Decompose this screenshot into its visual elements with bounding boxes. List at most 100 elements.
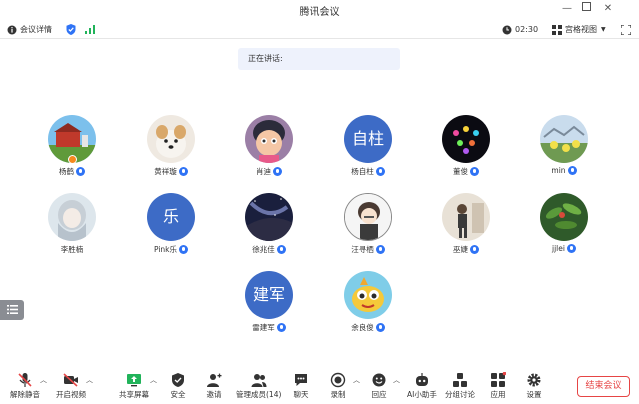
- share-screen-button[interactable]: 共享屏幕: [119, 372, 149, 402]
- grid-icon: [552, 24, 562, 35]
- participant-name: 李胜楠: [60, 245, 84, 254]
- mic-icon: [273, 167, 282, 176]
- settings-label: 设置: [526, 390, 542, 399]
- participant-tile[interactable]: 汪寻栖: [328, 193, 408, 261]
- avatar: [344, 271, 392, 319]
- avatar: [540, 193, 588, 241]
- mic-icon: [567, 166, 577, 175]
- view-mode-dropdown[interactable]: 宫格视图 ▼: [552, 22, 606, 37]
- participant-name-row: 肖迪: [229, 166, 309, 177]
- unmute-button[interactable]: 解除静音: [10, 372, 40, 402]
- member-list-toggle-button[interactable]: [0, 300, 24, 320]
- participant-name-row: 徐兆佳: [229, 244, 309, 255]
- share-screen-label: 共享屏幕: [119, 390, 149, 399]
- chat-icon: [295, 374, 307, 386]
- ai-assistant-button[interactable]: AI小助手: [407, 372, 437, 402]
- participant-tile[interactable]: 余良俊: [328, 271, 408, 339]
- gear-icon: [527, 373, 541, 387]
- participant-name-row: Pink乐: [131, 244, 211, 255]
- invite-button[interactable]: 邀请: [206, 372, 222, 402]
- chat-button[interactable]: 聊天: [293, 372, 309, 402]
- participant-tile[interactable]: min: [524, 115, 604, 183]
- participant-name-row: 杨鹤: [32, 166, 112, 177]
- participant-tile[interactable]: 建军 雷建军: [229, 271, 309, 339]
- bottom-toolbar: 解除静音 ︿ 开启视频 ︿ 共享屏幕 ︿ 安全 邀请 管理成员(14) 聊天 录…: [0, 370, 639, 404]
- participant-tile[interactable]: 自柱 杨自柱: [328, 115, 408, 183]
- network-signal-icon[interactable]: [85, 22, 95, 37]
- participant-name: jjlei: [552, 244, 565, 253]
- chevron-up-icon[interactable]: ︿: [393, 375, 400, 385]
- mic-icon: [566, 244, 576, 253]
- participant-tile[interactable]: 肖迪: [229, 115, 309, 183]
- start-video-button[interactable]: 开启视频: [56, 372, 86, 402]
- apps-label: 应用: [490, 390, 506, 399]
- avatar: [344, 193, 392, 241]
- participant-name-row: 杨自柱: [328, 166, 408, 177]
- breakout-rooms-button[interactable]: 分组讨论: [445, 372, 475, 402]
- participant-name: Pink乐: [153, 245, 178, 254]
- info-icon: [7, 25, 17, 34]
- speaking-label: 正在讲话:: [248, 54, 283, 63]
- avatar: [245, 115, 293, 163]
- mic-icon: [470, 167, 479, 176]
- close-icon[interactable]: ✕: [600, 2, 616, 16]
- meeting-details-button[interactable]: 会议详情: [7, 22, 52, 37]
- record-button[interactable]: 录制: [330, 372, 346, 402]
- timer-value: 02:30: [515, 25, 539, 34]
- meeting-info-bar: 会议详情 02:30 宫格视图 ▼: [0, 20, 639, 39]
- breakout-label: 分组讨论: [445, 390, 475, 399]
- camera-off-icon: [63, 373, 78, 387]
- mic-icon: [470, 245, 479, 254]
- participant-tile[interactable]: 乐 Pink乐: [131, 193, 211, 261]
- participant-name-row: 巫婕: [426, 244, 506, 255]
- participant-tile[interactable]: 李胜楠: [32, 193, 112, 261]
- participant-tile[interactable]: 徐兆佳: [229, 193, 309, 261]
- share-screen-icon: [127, 374, 141, 387]
- avatar: 自柱: [344, 115, 392, 163]
- meeting-details-label: 会议详情: [20, 25, 52, 34]
- participant-name: 汪寻栖: [351, 245, 374, 254]
- chevron-up-icon[interactable]: ︿: [86, 375, 93, 385]
- chevron-up-icon[interactable]: ︿: [353, 375, 360, 385]
- mic-icon: [375, 323, 385, 332]
- security-label: 安全: [170, 390, 186, 399]
- end-meeting-button[interactable]: 结束会议: [577, 376, 630, 397]
- fullscreen-icon[interactable]: [621, 22, 631, 37]
- participant-name: 杨自柱: [351, 167, 374, 176]
- view-mode-label: 宫格视图: [565, 25, 597, 34]
- participant-tile[interactable]: 董俊: [426, 115, 506, 183]
- emoji-icon: [372, 373, 386, 387]
- speaking-indicator: 正在讲话:: [238, 48, 400, 70]
- avatar: [48, 193, 96, 241]
- chevron-up-icon[interactable]: ︿: [40, 375, 47, 385]
- participant-name-row: jjlei: [524, 244, 604, 253]
- chevron-up-icon[interactable]: ︿: [150, 375, 157, 385]
- participant-tile[interactable]: 杨鹤: [32, 115, 112, 183]
- maximize-icon[interactable]: [578, 2, 594, 16]
- host-badge-icon: [68, 155, 77, 164]
- participant-name-row: 余良俊: [328, 322, 408, 333]
- chat-label: 聊天: [293, 390, 309, 399]
- participant-tile[interactable]: jjlei: [524, 193, 604, 261]
- minimize-icon[interactable]: —: [559, 2, 575, 16]
- unmute-label: 解除静音: [10, 390, 40, 399]
- apps-button[interactable]: 应用: [490, 372, 506, 402]
- members-icon: [251, 374, 267, 387]
- participant-tile[interactable]: 黄祥璇: [131, 115, 211, 183]
- mic-icon: [179, 245, 189, 254]
- security-button[interactable]: 安全: [170, 372, 186, 402]
- security-shield-icon[interactable]: [66, 22, 76, 37]
- add-user-icon: [207, 373, 222, 387]
- window-title: 腾讯会议: [299, 7, 340, 18]
- participant-tile[interactable]: 巫婕: [426, 193, 506, 261]
- avatar: 建军: [245, 271, 293, 319]
- reactions-button[interactable]: 回应: [371, 372, 387, 402]
- participant-name: 杨鹤: [59, 167, 74, 176]
- ai-assistant-label: AI小助手: [407, 390, 437, 399]
- manage-members-button[interactable]: 管理成员(14): [236, 372, 281, 402]
- breakout-icon: [453, 373, 467, 387]
- avatar: [442, 115, 490, 163]
- clock-icon: [502, 25, 512, 34]
- participant-name-row: 董俊: [426, 166, 506, 177]
- settings-button[interactable]: 设置: [526, 372, 542, 402]
